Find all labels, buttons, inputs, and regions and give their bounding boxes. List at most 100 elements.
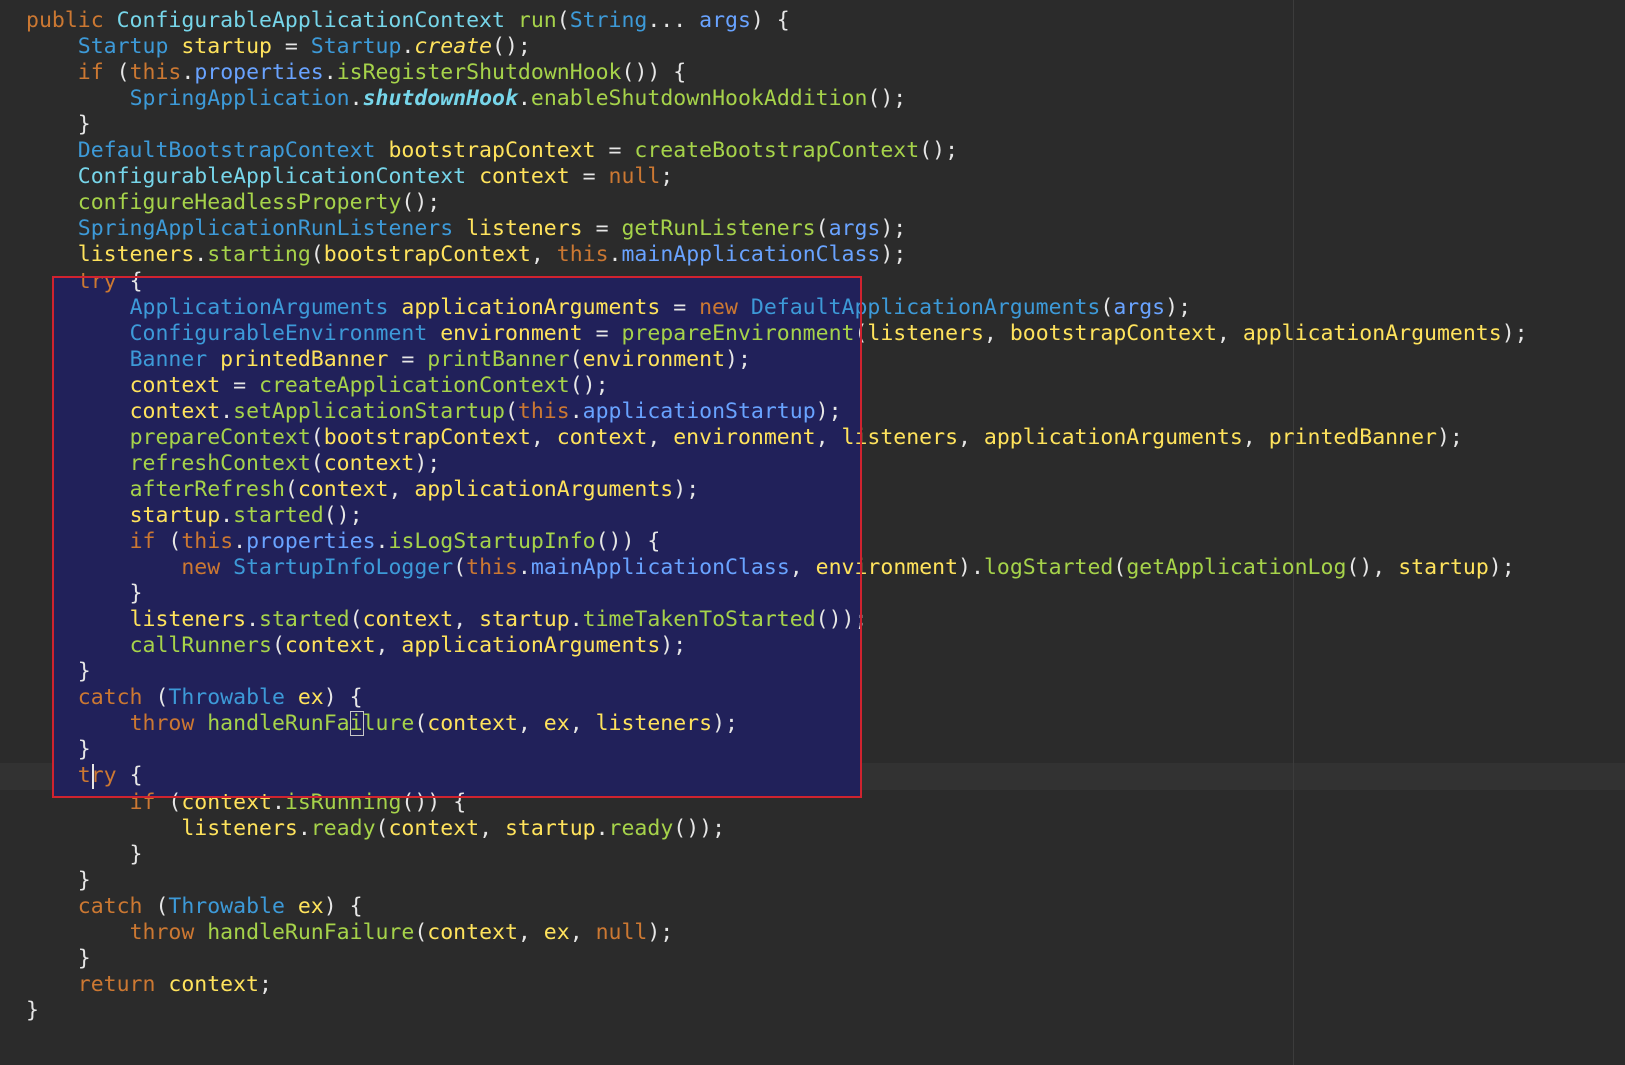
code-line[interactable]: listeners.ready(context, startup.ready()… <box>26 815 725 842</box>
code-line[interactable]: context.setApplicationStartup(this.appli… <box>26 398 842 425</box>
code-token: createApplicationContext <box>259 372 570 398</box>
code-line[interactable]: context = createApplicationContext(); <box>26 372 609 399</box>
code-token: create <box>414 34 493 60</box>
code-line[interactable]: startup.started(); <box>26 502 363 529</box>
code-token: ); <box>660 633 687 659</box>
code-token: ready <box>608 815 674 841</box>
code-line[interactable]: refreshContext(context); <box>26 450 441 477</box>
code-token: prepareContext <box>129 424 311 450</box>
code-line[interactable]: configureHeadlessProperty(); <box>26 189 440 216</box>
code-token: ( <box>1113 555 1127 581</box>
code-line[interactable]: } <box>26 945 91 972</box>
code-token: ( <box>310 242 324 268</box>
code-token: . <box>375 529 389 554</box>
code-token: ); <box>414 450 441 476</box>
code-line[interactable]: } <box>26 841 143 868</box>
code-line[interactable]: catch (Throwable ex) { <box>26 893 363 920</box>
code-token: String <box>569 8 648 33</box>
code-token: (); <box>919 138 959 164</box>
code-token: ()); <box>815 607 868 633</box>
code-token: . <box>349 86 363 112</box>
code-token: applicationArguments <box>414 476 674 502</box>
code-token: ) <box>323 685 350 711</box>
code-line[interactable]: listeners.started(context, startup.timeT… <box>26 606 868 633</box>
code-line[interactable]: DefaultBootstrapContext bootstrapContext… <box>26 137 958 164</box>
code-line[interactable]: ConfigurableEnvironment environment = pr… <box>26 320 1528 347</box>
code-token: shutdownHook <box>362 86 518 112</box>
code-token: printBanner <box>427 346 570 372</box>
code-line[interactable]: new StartupInfoLogger(this.mainApplicati… <box>26 554 1514 581</box>
code-line[interactable]: try { <box>26 762 143 789</box>
code-token: , <box>479 815 505 841</box>
code-line[interactable]: try { <box>26 268 143 295</box>
code-line[interactable]: ApplicationArguments applicationArgument… <box>26 294 1191 321</box>
code-token: ConfigurableApplicationContext <box>116 8 518 33</box>
code-token: new <box>181 555 234 581</box>
code-token: ) { <box>323 893 363 919</box>
code-token: ()) { <box>401 789 467 815</box>
code-line[interactable]: Startup startup = Startup.create(); <box>26 33 531 60</box>
code-token: , <box>453 607 480 633</box>
code-token: configureHeadlessProperty <box>77 190 402 216</box>
code-line[interactable]: if (this.properties.isLogStartupInfo()) … <box>26 528 661 555</box>
code-token: ConfigurableApplicationContext <box>77 164 480 190</box>
code-token: , <box>983 320 1010 346</box>
code-token: this <box>466 555 518 581</box>
code-line[interactable]: throw handleRunFailure(context, ex, list… <box>26 710 738 737</box>
code-token: listeners <box>129 607 247 633</box>
code-token: this <box>556 242 609 268</box>
code-token: catch <box>77 685 156 711</box>
code-token: , <box>375 633 402 659</box>
code-token: = <box>673 294 700 320</box>
code-line[interactable]: afterRefresh(context, applicationArgumen… <box>26 476 700 503</box>
code-token: prepareEnvironment <box>621 320 855 346</box>
code-token: listeners <box>841 424 959 450</box>
code-token: Startup <box>77 34 182 60</box>
code-token: context <box>556 424 648 450</box>
code-token: environment <box>440 320 596 346</box>
code-token: try <box>77 268 130 294</box>
code-line[interactable]: Banner printedBanner = printBanner(envir… <box>26 346 751 373</box>
code-token: timeTakenToStarted <box>582 607 816 633</box>
code-token: ( <box>414 919 428 945</box>
code-line[interactable]: listeners.starting(bootstrapContext, thi… <box>26 241 906 268</box>
code-line[interactable]: } <box>26 867 91 894</box>
code-token: bootstrapContext <box>323 424 531 450</box>
code-line[interactable]: } <box>26 997 39 1024</box>
code-line[interactable]: ConfigurableApplicationContext context =… <box>26 163 673 190</box>
code-line[interactable]: } <box>26 111 91 138</box>
code-line[interactable]: throw handleRunFailure(context, ex, null… <box>26 919 674 946</box>
code-line[interactable]: if (context.isRunning()) { <box>26 789 467 816</box>
code-line[interactable]: callRunners(context, applicationArgument… <box>26 632 687 659</box>
code-token: } <box>26 997 39 1023</box>
code-line[interactable]: return context; <box>26 971 272 998</box>
code-line[interactable]: if (this.properties.isRegisterShutdownHo… <box>26 59 686 86</box>
code-token: . <box>194 242 208 268</box>
code-token: . <box>569 607 583 633</box>
code-line[interactable]: } <box>26 658 91 685</box>
code-line[interactable]: SpringApplication.shutdownHook.enableShu… <box>26 85 907 112</box>
code-line[interactable]: catch (Throwable ex) { <box>26 684 363 711</box>
code-token: , <box>530 424 557 450</box>
code-line[interactable]: prepareContext(bootstrapContext, context… <box>26 424 1463 451</box>
code-token: , <box>789 555 816 581</box>
code-editor[interactable]: ˇ public ConfigurableApplicationContext … <box>0 0 1625 1065</box>
code-line[interactable]: public ConfigurableApplicationContext ru… <box>26 7 790 34</box>
code-line[interactable]: } <box>26 736 91 763</box>
code-token: ( <box>1100 294 1114 320</box>
code-token: afterRefresh <box>129 476 285 502</box>
code-token: applicationArguments <box>1242 320 1502 346</box>
code-line[interactable]: } <box>26 580 143 607</box>
code-token: setApplicationStartup <box>233 398 505 424</box>
code-line[interactable]: SpringApplicationRunListeners listeners … <box>26 215 906 242</box>
code-token: } <box>26 737 91 763</box>
code-token: context <box>427 711 518 737</box>
